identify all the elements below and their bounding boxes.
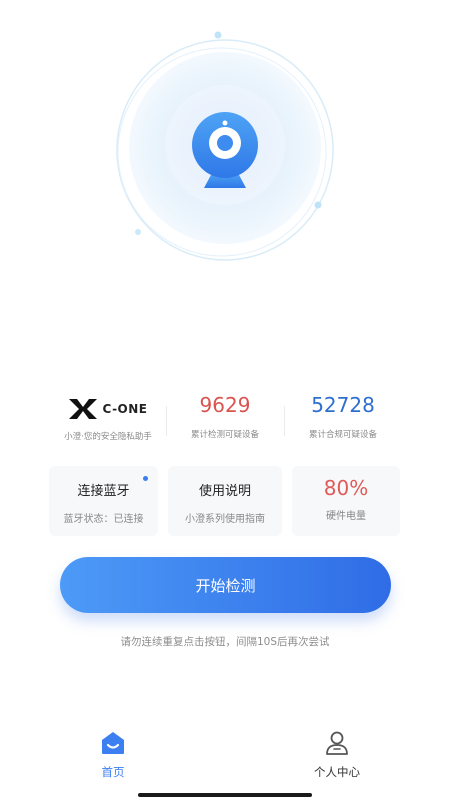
brand-logo: C-ONE [52,396,164,422]
click-interval-hint: 请勿连续重复点击按钮，间隔10S后再次尝试 [120,636,330,648]
battery-card: 80% 硬件电量 [292,466,400,536]
divider [166,406,167,436]
battery-value: 80% [323,476,369,500]
start-detection-button[interactable]: 开始检测 [60,557,391,613]
stat-detected-value: 9629 [199,393,251,417]
bluetooth-status: 蓝牙状态：已连接 [63,514,144,525]
bluetooth-card[interactable]: 连接蓝牙 蓝牙状态：已连接 [49,466,158,536]
stat-detected-devices: 9629 累计检测可疑设备 [176,392,274,452]
feature-cards: 连接蓝牙 蓝牙状态：已连接 使用说明 小澄系列使用指南 80% 硬件电量 [0,466,450,538]
person-icon [326,731,348,755]
tab-home-label: 首页 [101,765,125,779]
hero-illustration [0,0,450,360]
tab-profile[interactable]: 个人中心 [292,730,382,780]
stat-compliant-caption: 累计合规可疑设备 [308,430,377,440]
home-icon [102,732,124,754]
bottom-tab-bar: 首页 个人中心 [0,730,450,790]
brand-block: C-ONE 小澄·您的安全隐私助手 [52,392,164,452]
home-indicator [138,793,312,797]
tab-home[interactable]: 首页 [68,730,158,780]
bluetooth-card-title: 连接蓝牙 [77,484,130,499]
stat-compliant-devices: 52728 累计合规可疑设备 [294,392,392,452]
camera-scan-graphic [116,31,334,261]
divider [284,406,285,436]
x-logo-icon [69,399,98,419]
stat-detected-caption: 累计检测可疑设备 [190,430,259,440]
tab-profile-label: 个人中心 [314,765,360,779]
stats-row: C-ONE 小澄·您的安全隐私助手 9629 累计检测可疑设备 52728 累计… [0,392,450,452]
brand-logo-text: C-ONE [102,402,148,416]
manual-card-subtitle: 小澄系列使用指南 [185,514,265,525]
stat-compliant-value: 52728 [311,393,375,417]
manual-card-title: 使用说明 [198,484,251,499]
brand-caption: 小澄·您的安全隐私助手 [64,432,152,442]
connected-indicator [143,476,148,481]
manual-card[interactable]: 使用说明 小澄系列使用指南 [168,466,282,536]
battery-label: 硬件电量 [326,511,366,522]
